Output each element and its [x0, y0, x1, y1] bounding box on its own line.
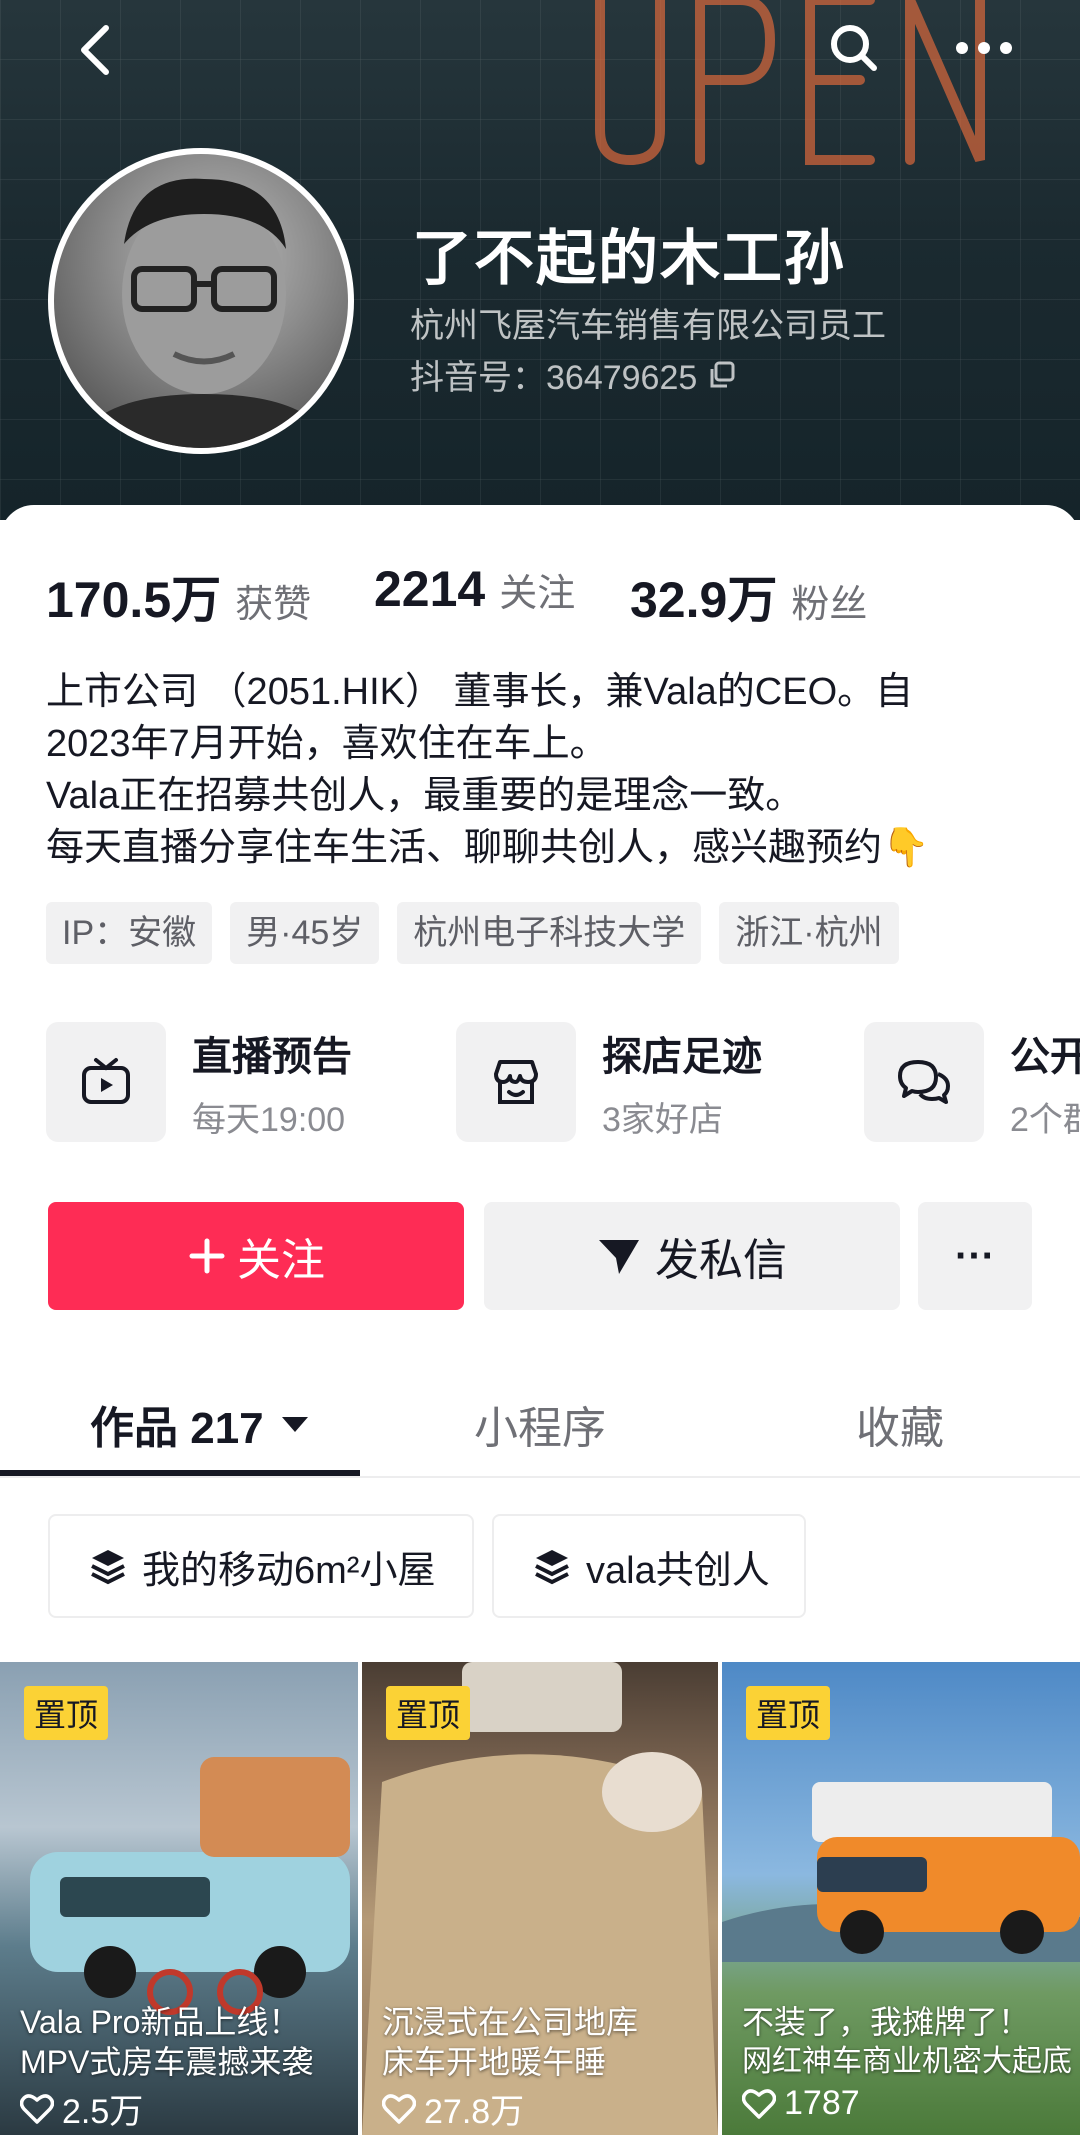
feature-subtitle: 2个群	[1010, 1100, 1080, 1139]
pinned-badge: 置顶	[24, 1686, 109, 1740]
profile-company: 杭州飞屋汽车销售有限公司员工	[410, 307, 886, 345]
avatar[interactable]	[48, 148, 354, 454]
heart-icon	[742, 2088, 776, 2119]
more-actions-button[interactable]: ···	[918, 1202, 1032, 1310]
tag-gender-age: 男·45岁	[230, 902, 380, 964]
profile-tags: IP：安徽 男·45岁 杭州电子科技大学 浙江·杭州	[46, 902, 899, 964]
tv-icon	[46, 1022, 166, 1142]
message-button[interactable]: 发私信	[484, 1202, 900, 1310]
copy-icon[interactable]	[707, 360, 737, 390]
video-likes: 2.5万	[20, 2084, 143, 2133]
heart-icon	[20, 2093, 54, 2124]
bio-line: 每天直播分享住车生活、聊聊共创人，感兴趣预约👇	[46, 827, 930, 869]
video-thumbnail[interactable]: 置顶 Vala Pro新品上线！ MPV式房车震撼来袭 2.5万	[0, 1662, 358, 2135]
bio-line: 2023年7月开始，喜欢住在车上。	[46, 723, 608, 765]
video-thumbnail[interactable]: 置顶 沉浸式在公司地库 床车开地暖午睡 27.8万	[362, 1662, 718, 2135]
feature-subtitle: 3家好店	[602, 1100, 723, 1139]
more-label: ···	[955, 1233, 995, 1278]
collection-label: vala共创人	[586, 1549, 770, 1592]
video-caption: MPV式房车震撼来袭	[20, 2044, 314, 2080]
tab-favorites[interactable]: 收藏	[856, 1392, 944, 1456]
follow-label: 关注	[237, 1236, 325, 1285]
more-options-icon[interactable]	[952, 28, 1016, 68]
stat-value: 32.9万	[630, 572, 778, 628]
avatar-portrait-icon	[74, 178, 334, 448]
plus-icon	[189, 1238, 225, 1274]
follow-button[interactable]: 关注	[48, 1202, 464, 1310]
tag-ip: IP：安徽	[46, 902, 213, 964]
feature-live-preview[interactable]: 直播预告 每天19:00	[46, 1022, 352, 1142]
collection-label: 我的移动6m²小屋	[142, 1549, 436, 1592]
likes-count: 2.5万	[62, 2093, 144, 2131]
video-thumbnail[interactable]: 置顶 不装了，我摊牌了！ 网红神车商业机密大起底 1787	[722, 1662, 1080, 2135]
send-icon	[599, 1240, 639, 1274]
stat-likes[interactable]: 170.5万 获赞	[46, 560, 311, 632]
profile-name: 了不起的木工孙	[412, 225, 846, 292]
layers-icon	[91, 1550, 125, 1585]
feature-public-groups[interactable]: 公开 2个群	[864, 1022, 1080, 1142]
search-icon[interactable]	[826, 18, 882, 78]
heart-icon	[382, 2093, 416, 2124]
message-label: 发私信	[655, 1236, 787, 1285]
shop-icon	[456, 1022, 576, 1142]
video-caption: 床车开地暖午睡	[382, 2044, 607, 2080]
likes-count: 27.8万	[424, 2093, 525, 2131]
tag-location: 浙江·杭州	[719, 902, 899, 964]
stat-label: 粉丝	[791, 584, 868, 626]
video-caption: Vala Pro新品上线！	[20, 2004, 301, 2040]
douyin-id-row[interactable]: 抖音号：36479625	[410, 350, 737, 399]
pinned-badge: 置顶	[386, 1686, 471, 1740]
video-caption: 沉浸式在公司地库	[382, 2004, 639, 2040]
tab-works[interactable]: 作品 217	[90, 1392, 310, 1456]
tabs-divider	[0, 1476, 1080, 1478]
feature-title: 公开	[1010, 1034, 1080, 1079]
stat-following[interactable]: 2214 关注	[374, 560, 575, 618]
feature-shop-visits[interactable]: 探店足迹 3家好店	[456, 1022, 762, 1142]
bio-line: 上市公司 （2051.HIK） 董事长，兼Vala的CEO。自	[46, 671, 914, 713]
video-likes: 1787	[742, 2084, 860, 2123]
video-caption: 不装了，我摊牌了！	[742, 2004, 1031, 2040]
likes-count: 1787	[784, 2084, 860, 2122]
pinned-badge: 置顶	[746, 1686, 831, 1740]
feature-title: 探店足迹	[602, 1034, 762, 1079]
collection-chip[interactable]: 我的移动6m²小屋	[48, 1514, 474, 1618]
stat-value: 2214	[374, 561, 486, 617]
tag-school: 杭州电子科技大学	[397, 902, 702, 964]
stat-label: 获赞	[235, 584, 312, 626]
stat-followers[interactable]: 32.9万 粉丝	[630, 560, 867, 632]
feature-title: 直播预告	[192, 1034, 352, 1079]
tab-mini-programs[interactable]: 小程序	[474, 1392, 606, 1456]
back-icon[interactable]	[70, 20, 120, 80]
tab-label: 作品 217	[90, 1404, 264, 1453]
stat-value: 170.5万	[46, 572, 222, 628]
collection-chip[interactable]: vala共创人	[492, 1514, 806, 1618]
bio-line: Vala正在招募共创人，最重要的是理念一致。	[46, 775, 804, 817]
layers-icon	[535, 1550, 569, 1585]
video-caption: 网红神车商业机密大起底	[742, 2045, 1072, 2078]
video-likes: 27.8万	[382, 2084, 524, 2133]
caret-down-icon[interactable]	[280, 1414, 310, 1434]
stat-label: 关注	[499, 573, 576, 615]
feature-subtitle: 每天19:00	[192, 1100, 346, 1139]
chat-icon	[864, 1022, 984, 1142]
douyin-id: 抖音号：36479625	[410, 359, 698, 397]
